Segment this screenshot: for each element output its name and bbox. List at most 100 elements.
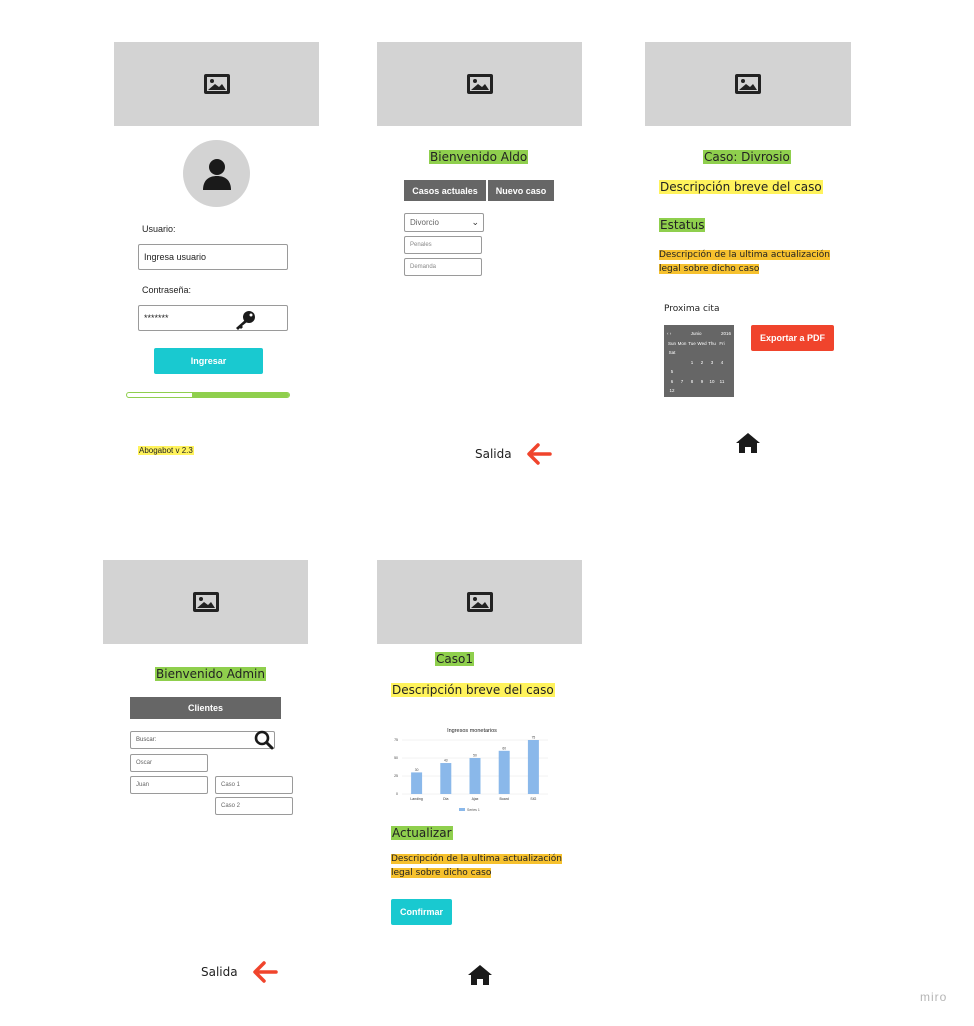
client-juan[interactable]: Juan — [130, 776, 208, 794]
y-tick-label: 75 — [394, 738, 398, 742]
header-image-placeholder — [103, 560, 308, 644]
calendar-day[interactable]: 27 — [667, 434, 677, 444]
admin-welcome-title: Bienvenido Admin — [155, 667, 266, 681]
calendar-day[interactable]: 28 — [677, 434, 687, 444]
calendar-nav[interactable]: ‹ › — [667, 329, 671, 339]
calendar-day[interactable]: 29 — [687, 434, 697, 444]
username-label: Usuario: — [142, 224, 176, 234]
calendar-day[interactable]: 9 — [697, 377, 707, 387]
calendar-day[interactable]: 15 — [687, 396, 697, 406]
x-tick-label: Landing — [410, 797, 423, 801]
next-date-label: Proxima cita — [664, 304, 720, 314]
chart-bar — [440, 763, 452, 794]
calendar-week: 6 7 8 9 10 11 12 — [667, 377, 731, 396]
case-title: Caso: Divrosio — [703, 150, 791, 164]
calendar-day[interactable]: 2 — [697, 358, 707, 368]
tab-current-cases[interactable]: Casos actuales — [404, 180, 487, 201]
confirm-button[interactable]: Confirmar — [391, 899, 452, 925]
bar-data-label: 60 — [502, 746, 506, 750]
calendar-day[interactable]: 18 — [717, 396, 727, 406]
bar-data-label: 43 — [444, 759, 448, 763]
calendar-day[interactable]: 25 — [717, 415, 727, 425]
chart-bar — [498, 750, 510, 794]
calendar-day[interactable]: 3 — [707, 358, 717, 368]
calendar-day[interactable]: 26 — [667, 424, 677, 434]
calendar-day[interactable]: 11 — [717, 377, 727, 387]
bar-data-label: 75 — [532, 736, 536, 740]
progress-fill — [191, 393, 289, 397]
calendar-day[interactable]: 7 — [677, 377, 687, 387]
key-icon — [234, 310, 256, 335]
calendar-weekday: Wed — [697, 340, 707, 346]
chart-bar — [469, 758, 481, 794]
calendar-day[interactable]: 16 — [697, 396, 707, 406]
bar-data-label: 30 — [415, 768, 419, 772]
x-tick-label: SIG — [530, 797, 536, 801]
case-2-item[interactable]: Caso 2 — [215, 797, 293, 815]
calendar-day[interactable]: 10 — [707, 377, 717, 387]
calendar-weekday: Tue — [688, 340, 696, 346]
calendar-header: ‹ › Junio 2016 — [667, 329, 731, 339]
calendar-weekday: Sat — [668, 350, 676, 355]
case-type-dropdown[interactable]: Divorcio ⌄ — [404, 213, 484, 232]
export-pdf-button[interactable]: Exportar a PDF — [751, 325, 834, 351]
home-icon[interactable] — [467, 964, 493, 991]
header-image-placeholder — [377, 560, 582, 644]
image-icon — [466, 74, 493, 94]
admin-exit-label[interactable]: Salida — [201, 965, 238, 979]
calendar-day[interactable]: 20 — [667, 415, 677, 425]
bar-data-label: 50 — [473, 754, 477, 758]
case-description: Descripción breve del caso — [659, 180, 823, 194]
legend-swatch — [459, 808, 465, 811]
x-tick-label: Dia — [443, 797, 448, 801]
y-tick-label: 50 — [394, 756, 398, 760]
arrow-left-icon[interactable] — [526, 443, 552, 470]
login-button[interactable]: Ingresar — [154, 348, 263, 374]
tab-new-case[interactable]: Nuevo caso — [488, 180, 554, 201]
calendar-day[interactable]: 21 — [677, 415, 687, 425]
calendar-widget[interactable]: ‹ › Junio 2016 Sun Mon Tue Wed Thu FriSat 1 2 3 4… — [664, 325, 734, 441]
calendar-day[interactable]: 13 — [667, 396, 677, 406]
calendar-weekday: Mon — [677, 340, 687, 346]
calendar-day[interactable]: 23 — [697, 415, 707, 425]
header-image-placeholder — [377, 42, 582, 126]
client-oscar[interactable]: Oscar — [130, 754, 208, 772]
penal-field[interactable]: Penales — [404, 236, 482, 254]
x-tick-label: Board — [500, 797, 509, 801]
calendar-day[interactable]: 4 — [717, 358, 727, 368]
calendar-day[interactable]: 30 — [697, 434, 707, 444]
calendar-day[interactable]: 8 — [687, 377, 697, 387]
status-label: Estatus — [659, 218, 706, 232]
calendar-day[interactable]: 22 — [687, 415, 697, 425]
header-image-placeholder — [114, 42, 319, 126]
dropdown-value: Divorcio — [410, 218, 439, 227]
search-icon[interactable] — [254, 730, 274, 755]
username-input[interactable]: Ingresa usuario — [138, 244, 288, 270]
calendar-day[interactable]: 24 — [707, 415, 717, 425]
calendar-day[interactable]: 1 — [687, 358, 697, 368]
demand-field[interactable]: Demanda — [404, 258, 482, 276]
exit-label[interactable]: Salida — [475, 447, 512, 461]
welcome-title: Bienvenido Aldo — [429, 150, 529, 164]
calendar-day[interactable]: 6 — [667, 377, 677, 387]
calendar-day[interactable]: 17 — [707, 396, 717, 406]
case-1-item[interactable]: Caso 1 — [215, 776, 293, 794]
miro-watermark: miro — [920, 990, 948, 1004]
user-icon — [202, 158, 231, 190]
image-icon — [203, 74, 230, 94]
calendar-day[interactable]: 19 — [667, 405, 677, 415]
image-icon — [735, 74, 761, 94]
arrow-left-icon[interactable] — [252, 961, 278, 988]
y-tick-label: 25 — [394, 774, 398, 778]
update-description-line2: legal sobre dicho caso — [659, 264, 760, 274]
calendar-day[interactable]: 5 — [667, 367, 677, 377]
case1-update-description: Descripción de la ultima actualización l… — [391, 852, 563, 880]
chart-title: Ingresos monetarios — [447, 728, 497, 734]
legend-label: Series 1 — [467, 808, 480, 812]
calendar-day[interactable]: 14 — [677, 396, 687, 406]
calendar-week: 1 2 3 4 5 — [667, 358, 731, 377]
home-icon[interactable] — [735, 432, 761, 459]
password-input[interactable]: ******* — [138, 305, 288, 331]
calendar-day[interactable]: 12 — [667, 386, 677, 396]
clients-button[interactable]: Clientes — [130, 697, 281, 719]
